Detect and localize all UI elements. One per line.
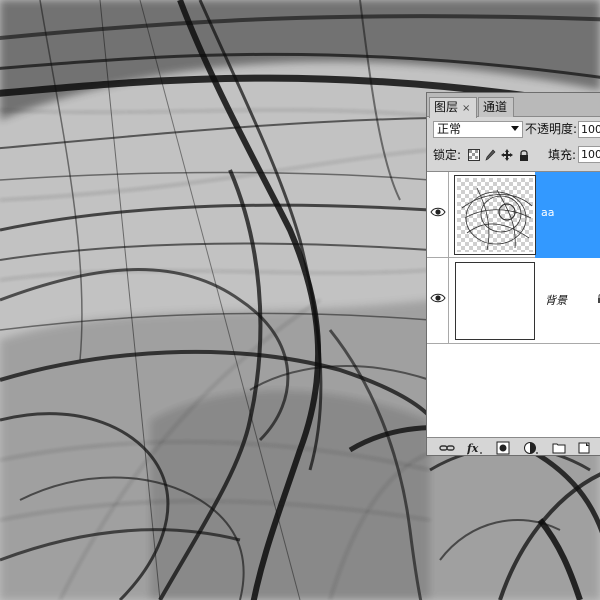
- fractal-thumbnail-icon: [457, 178, 533, 252]
- visibility-eye-icon[interactable]: [430, 205, 446, 219]
- layer-name-background[interactable]: 背景: [545, 292, 567, 308]
- layer-thumbnail-background[interactable]: [455, 262, 535, 340]
- layers-list: aa 背景: [427, 171, 600, 441]
- svg-text:fx: fx: [467, 442, 479, 455]
- layer-row-background[interactable]: 背景: [427, 258, 600, 344]
- fill-label: 填充:: [548, 148, 577, 162]
- layer-separator: [448, 172, 449, 257]
- lock-position-icon[interactable]: [501, 149, 513, 161]
- layer-row-aa[interactable]: aa: [427, 172, 600, 258]
- link-layers-icon[interactable]: [439, 441, 455, 455]
- lock-label: 锁定:: [433, 148, 462, 162]
- lock-all-icon[interactable]: [518, 149, 530, 161]
- blend-options-row: 正常 不透明度: 100: [427, 117, 600, 142]
- add-mask-icon[interactable]: [495, 441, 511, 455]
- lock-image-pixels-icon[interactable]: [484, 149, 496, 161]
- tab-channels-label: 通道: [483, 100, 508, 114]
- layers-panel: 图层 × 通道 正常 不透明度: 100 锁定: 填充: 100 aa 背景 f…: [426, 92, 600, 456]
- layer-name-aa[interactable]: aa: [541, 206, 554, 219]
- new-group-icon[interactable]: [551, 441, 567, 455]
- layer-style-fx-icon[interactable]: fx: [467, 441, 483, 455]
- opacity-input[interactable]: 100: [578, 121, 600, 138]
- lock-transparent-pixels-icon[interactable]: [468, 149, 480, 161]
- opacity-label: 不透明度:: [525, 122, 578, 136]
- tab-layers-label: 图层: [434, 100, 459, 114]
- tab-layers[interactable]: 图层 ×: [429, 97, 477, 118]
- visibility-eye-icon[interactable]: [430, 291, 446, 305]
- fill-input[interactable]: 100: [578, 146, 600, 163]
- blend-mode-select[interactable]: 正常: [433, 121, 523, 138]
- tab-channels[interactable]: 通道: [478, 97, 514, 117]
- dropdown-arrow-icon: [511, 126, 519, 131]
- panel-tab-bar: 图层 × 通道: [427, 93, 600, 118]
- blend-mode-value: 正常: [437, 122, 462, 136]
- layer-separator: [448, 258, 449, 343]
- panel-footer: fx: [427, 437, 600, 455]
- adjustment-layer-icon[interactable]: [523, 441, 539, 455]
- layer-thumbnail-aa[interactable]: [454, 175, 536, 255]
- new-layer-icon[interactable]: [577, 441, 593, 455]
- lock-options-row: 锁定: 填充: 100: [427, 142, 600, 167]
- tab-close-icon[interactable]: ×: [462, 103, 470, 114]
